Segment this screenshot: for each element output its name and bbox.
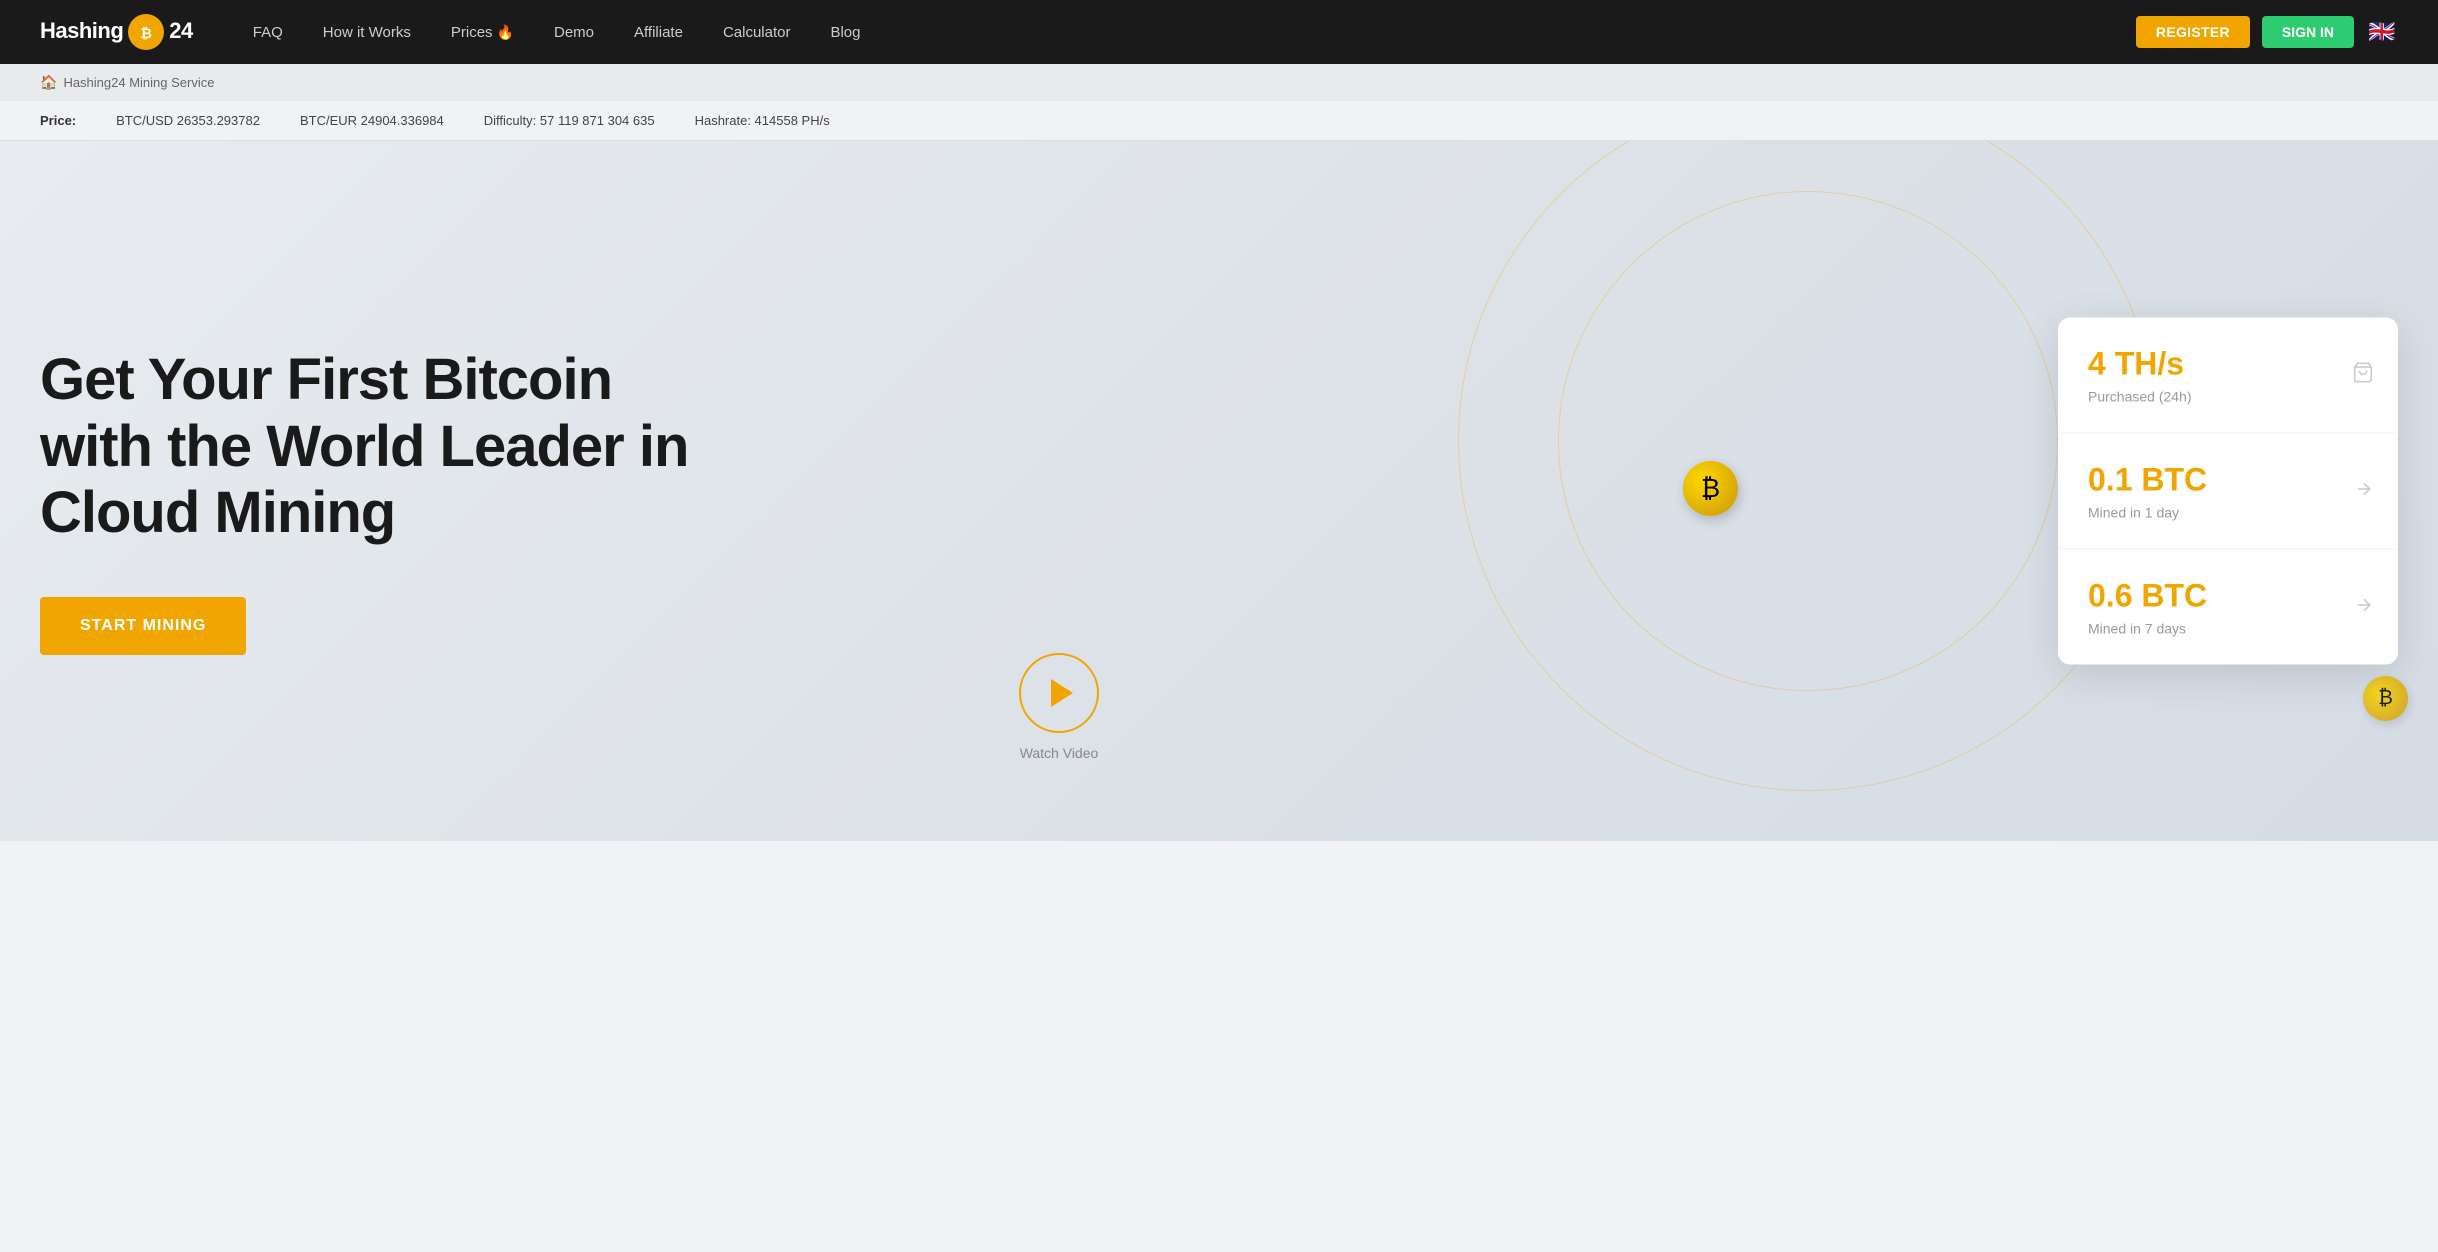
stat-row-0: 4 TH/s Purchased (24h): [2058, 318, 2398, 434]
stat-label-2: Mined in 7 days: [2088, 621, 2368, 637]
deco-circle-2: [1458, 141, 2158, 791]
watch-video-label: Watch Video: [1020, 745, 1099, 761]
price-label: Price:: [40, 113, 76, 128]
stat-row-1: 0.1 BTC Mined in 1 day: [2058, 434, 2398, 550]
navbar: Hashing ₿ 24 FAQ How it Works Prices 🔥 D…: [0, 0, 2438, 64]
nav-links: FAQ How it Works Prices 🔥 Demo Affiliate…: [253, 24, 2136, 41]
breadcrumb-text: Hashing24 Mining Service: [63, 75, 214, 90]
hashrate: Hashrate: 414558 PH/s: [695, 113, 830, 128]
cart-icon: [2352, 361, 2374, 389]
video-area: Watch Video: [1019, 653, 1099, 761]
language-selector[interactable]: 🇬🇧: [2366, 16, 2398, 48]
watch-video-button[interactable]: [1019, 653, 1099, 733]
hero-content: Get Your First Bitcoin with the World Le…: [40, 347, 740, 655]
ticker-bar: Price: BTC/USD 26353.293782 BTC/EUR 2490…: [0, 101, 2438, 141]
stat-value-2: 0.6 BTC: [2088, 578, 2368, 615]
breadcrumb: 🏠 Hashing24 Mining Service: [0, 64, 2438, 101]
arrow-icon-2: [2354, 595, 2374, 620]
btc-coin-float: ₿: [1683, 461, 1738, 516]
start-mining-button[interactable]: START MINING: [40, 597, 246, 655]
stat-label-1: Mined in 1 day: [2088, 505, 2368, 521]
play-icon: [1051, 679, 1073, 707]
btc-coin-small: ₿: [2363, 676, 2408, 721]
btc-eur: BTC/EUR 24904.336984: [300, 113, 444, 128]
stat-value-0: 4 TH/s: [2088, 346, 2368, 383]
stat-row-2: 0.6 BTC Mined in 7 days: [2058, 550, 2398, 665]
nav-how-it-works[interactable]: How it Works: [323, 24, 411, 41]
stat-label-0: Purchased (24h): [2088, 389, 2368, 405]
stats-card: 4 TH/s Purchased (24h) 0.1 BTC Mined in …: [2058, 318, 2398, 665]
svg-text:₿: ₿: [141, 25, 152, 41]
fire-icon: 🔥: [497, 24, 514, 41]
nav-affiliate[interactable]: Affiliate: [634, 24, 683, 41]
nav-demo[interactable]: Demo: [554, 24, 594, 41]
signin-button[interactable]: SIGN IN: [2262, 16, 2354, 48]
btc-usd: BTC/USD 26353.293782: [116, 113, 260, 128]
difficulty: Difficulty: 57 119 871 304 635: [484, 113, 655, 128]
nav-calculator[interactable]: Calculator: [723, 24, 791, 41]
home-icon: 🏠: [40, 74, 57, 91]
register-button[interactable]: REGISTER: [2136, 16, 2250, 48]
logo[interactable]: Hashing ₿ 24: [40, 11, 193, 53]
nav-prices[interactable]: Prices 🔥: [451, 24, 514, 41]
hero-section: ₿ ₿ Get Your First Bitcoin with the Worl…: [0, 141, 2438, 841]
deco-circle-1: [1558, 191, 2058, 691]
nav-actions: REGISTER SIGN IN 🇬🇧: [2136, 16, 2398, 48]
logo-text: Hashing ₿ 24: [40, 11, 193, 53]
hero-title: Get Your First Bitcoin with the World Le…: [40, 347, 740, 547]
nav-blog[interactable]: Blog: [830, 24, 860, 41]
stat-value-1: 0.1 BTC: [2088, 462, 2368, 499]
nav-faq[interactable]: FAQ: [253, 24, 283, 41]
arrow-icon-1: [2354, 479, 2374, 504]
